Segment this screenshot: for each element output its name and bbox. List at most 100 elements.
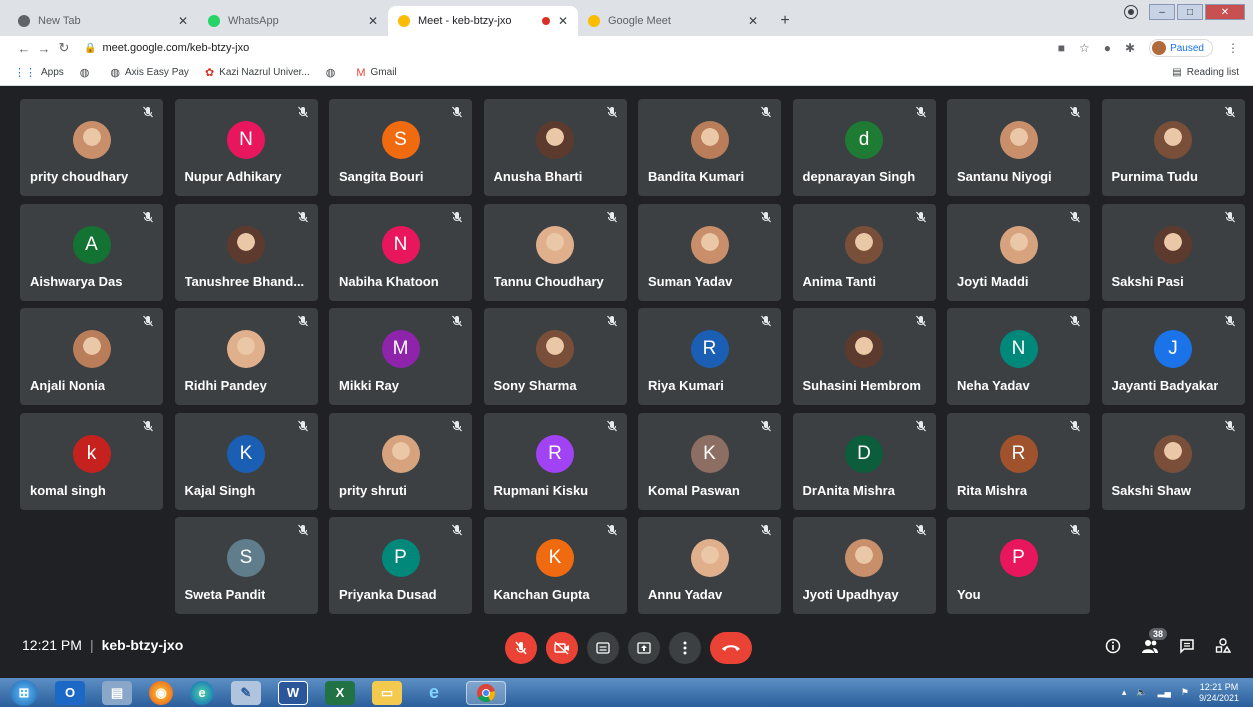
star-icon[interactable]: ☆ xyxy=(1079,41,1090,55)
activities-button[interactable] xyxy=(1215,638,1232,659)
explorer-app-icon[interactable]: ▭ xyxy=(372,680,402,705)
globe-icon: ◍ xyxy=(110,67,121,79)
participant-tile[interactable]: K Komal Paswan xyxy=(638,412,781,510)
excel-app-icon[interactable]: X xyxy=(325,680,355,705)
participant-tile[interactable]: K Kanchan Gupta xyxy=(483,517,627,614)
word-app-icon[interactable]: W xyxy=(278,680,308,705)
participant-tile[interactable]: N Nupur Adhikary xyxy=(174,99,318,196)
participant-tile[interactable]: Tannu Choudhary xyxy=(483,203,627,301)
close-tab-icon[interactable]: ✕ xyxy=(558,14,568,28)
reload-icon[interactable]: ↻ xyxy=(54,40,74,56)
participant-tile[interactable]: J Jayanti Badyakar xyxy=(1101,308,1245,405)
extension-icon[interactable]: ● xyxy=(1104,41,1111,55)
bookmark-item[interactable]: ⋮⋮ Apps xyxy=(14,66,64,79)
participant-tile[interactable]: Suman Yadav xyxy=(638,203,781,301)
chrome-app-icon[interactable] xyxy=(466,680,506,705)
participant-tile[interactable]: S Sangita Bouri xyxy=(329,99,472,196)
reading-list-button[interactable]: ▤ Reading list xyxy=(1172,67,1239,78)
browser-tab[interactable]: Google Meet ✕ xyxy=(578,6,768,36)
participant-tile[interactable]: Joyti Maddi xyxy=(947,203,1090,301)
tray-arrow-icon[interactable]: ▴ xyxy=(1122,687,1127,698)
chat-button[interactable] xyxy=(1179,638,1195,659)
close-tab-icon[interactable]: ✕ xyxy=(178,14,188,28)
bookmark-item[interactable]: ◍ xyxy=(326,66,341,79)
files-app-icon[interactable]: ▤ xyxy=(102,680,132,705)
camera-icon[interactable]: ■ xyxy=(1058,41,1065,55)
back-arrow-icon[interactable]: ← xyxy=(14,41,34,56)
participant-tile[interactable]: k komal singh xyxy=(20,412,163,510)
meeting-details-button[interactable] xyxy=(1105,638,1121,659)
participant-tile[interactable]: Anjali Nonia xyxy=(20,308,163,405)
participant-tile[interactable]: P Priyanka Dusad xyxy=(329,517,472,614)
participant-tile[interactable]: Sakshi Pasi xyxy=(1101,203,1245,301)
volume-icon[interactable]: 🔈 xyxy=(1136,687,1147,698)
more-options-button[interactable] xyxy=(669,632,701,664)
participant-tile[interactable]: S Sweta Pandit xyxy=(174,517,318,614)
participant-tile[interactable]: prity shruti xyxy=(329,412,472,510)
browser-tab[interactable]: New Tab ✕ xyxy=(8,6,198,36)
participant-tile[interactable]: N Neha Yadav xyxy=(947,308,1090,405)
bookmark-item[interactable]: M Gmail xyxy=(356,67,396,79)
close-tab-icon[interactable]: ✕ xyxy=(368,14,378,28)
participant-tile[interactable]: prity choudhary xyxy=(20,99,163,196)
participant-tile[interactable]: Bandita Kumari xyxy=(638,99,781,196)
participant-tile[interactable]: R Rita Mishra xyxy=(947,412,1090,510)
start-button[interactable]: ⊞ xyxy=(10,679,38,706)
close-window-button[interactable]: ✕ xyxy=(1205,4,1245,20)
profile-button[interactable]: Paused xyxy=(1149,39,1213,57)
participant-tile[interactable]: Anima Tanti xyxy=(792,203,936,301)
participant-tile[interactable]: Annu Yadav xyxy=(638,517,781,614)
puzzle-icon[interactable]: ✱ xyxy=(1125,41,1135,55)
avatar-initial: S xyxy=(227,539,265,577)
participant-tile[interactable]: Sakshi Shaw xyxy=(1101,412,1245,510)
minimize-button[interactable]: – xyxy=(1149,4,1175,20)
participant-name: DrAnita Mishra xyxy=(802,482,895,498)
tray-clock[interactable]: 12:21 PM 9/24/2021 xyxy=(1199,682,1239,704)
leave-call-button[interactable] xyxy=(710,632,752,664)
network-icon[interactable]: ▂▄ xyxy=(1158,687,1171,698)
firefox-app-icon[interactable]: ◉ xyxy=(149,680,173,705)
participant-tile[interactable]: Sony Sharma xyxy=(483,308,627,405)
participant-tile[interactable]: Anusha Bharti xyxy=(483,99,627,196)
participant-tile[interactable]: Suhasini Hembrom xyxy=(792,308,936,405)
paint-app-icon[interactable]: ✎ xyxy=(231,680,261,705)
mic-toggle-button[interactable] xyxy=(505,632,537,664)
participant-tile[interactable]: d depnarayan Singh xyxy=(792,99,936,196)
participant-tile[interactable]: D DrAnita Mishra xyxy=(792,412,936,510)
bookmark-item[interactable]: ◍ xyxy=(80,66,95,79)
browser-tab[interactable]: Meet - keb-btzy-jxo ✕ xyxy=(388,6,578,36)
participant-tile[interactable]: P You xyxy=(947,517,1090,614)
edge-app-icon[interactable]: e xyxy=(190,680,214,705)
participant-tile[interactable]: Santanu Niyogi xyxy=(947,99,1090,196)
participant-name: Rupmani Kisku xyxy=(493,482,589,498)
participant-tile[interactable]: N Nabiha Khatoon xyxy=(329,203,472,301)
participant-tile[interactable]: Tanushree Bhand... xyxy=(174,203,318,301)
menu-icon[interactable]: ⋮ xyxy=(1227,41,1239,55)
participant-tile[interactable]: K Kajal Singh xyxy=(174,412,318,510)
bookmark-item[interactable]: ✿ Kazi Nazrul Univer... xyxy=(205,66,310,79)
ie-app-icon[interactable]: e xyxy=(419,681,449,705)
participant-tile[interactable]: R Riya Kumari xyxy=(638,308,781,405)
camera-toggle-button[interactable] xyxy=(546,632,578,664)
mic-muted-icon xyxy=(1224,315,1235,327)
flag-icon[interactable]: ⚑ xyxy=(1181,687,1189,698)
avatar xyxy=(72,121,111,159)
address-bar[interactable]: 🔒 meet.google.com/keb-btzy-jxo xyxy=(84,38,1058,58)
participant-tile[interactable]: Jyoti Upadhyay xyxy=(792,517,936,614)
separator: | xyxy=(89,637,94,653)
browser-tab[interactable]: WhatsApp ✕ xyxy=(198,6,388,36)
bookmark-item[interactable]: ◍ Axis Easy Pay xyxy=(110,66,189,79)
captions-button[interactable] xyxy=(587,632,619,664)
maximize-button[interactable]: □ xyxy=(1177,4,1203,20)
outlook-app-icon[interactable]: O xyxy=(55,680,85,705)
participant-tile[interactable]: A Aishwarya Das xyxy=(20,203,163,301)
close-tab-icon[interactable]: ✕ xyxy=(748,14,758,28)
forward-arrow-icon[interactable]: → xyxy=(34,41,54,56)
new-tab-button[interactable]: + xyxy=(774,10,796,32)
participant-tile[interactable]: Ridhi Pandey xyxy=(174,308,318,405)
participant-tile[interactable]: Purnima Tudu xyxy=(1101,99,1245,196)
participant-tile[interactable]: M Mikki Ray xyxy=(329,308,472,405)
people-button[interactable]: 38 xyxy=(1141,628,1167,659)
present-button[interactable] xyxy=(628,632,660,664)
participant-tile[interactable]: R Rupmani Kisku xyxy=(483,412,627,510)
